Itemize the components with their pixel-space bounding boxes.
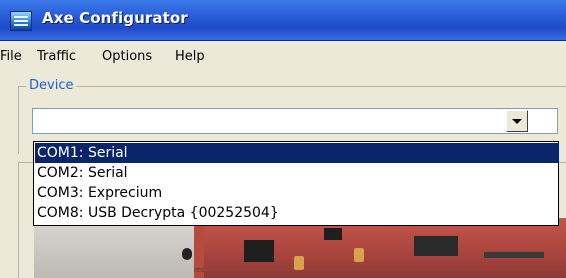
dropdown-option[interactable]: COM1: Serial — [35, 143, 559, 163]
device-dropdown-list[interactable]: COM1: Serial COM2: Serial COM3: Expreciu… — [33, 141, 559, 226]
chevron-down-icon[interactable] — [506, 110, 528, 132]
reset-button-hole — [182, 248, 192, 260]
app-icon — [10, 11, 32, 31]
device-combobox[interactable] — [32, 108, 558, 134]
board-chip — [414, 236, 458, 256]
device-panel — [34, 218, 194, 278]
board-capacitor — [354, 248, 364, 262]
device-group-label: Device — [26, 78, 77, 93]
menu-options[interactable]: Options — [102, 49, 152, 64]
device-photo: reset — [34, 218, 566, 278]
dropdown-option[interactable]: COM2: Serial — [35, 163, 559, 183]
board-chip — [244, 240, 274, 262]
title-bar[interactable]: Axe Configurator — [0, 0, 566, 41]
window-title: Axe Configurator — [42, 9, 188, 27]
board-capacitor — [294, 256, 304, 270]
menu-bar: File Traffic Options Help — [0, 41, 566, 71]
board-chip — [324, 228, 342, 240]
dropdown-option[interactable]: COM3: Exprecium — [35, 183, 559, 203]
circuit-board — [204, 218, 566, 278]
dropdown-option[interactable]: COM8: USB Decrypta {00252504} — [35, 203, 559, 223]
menu-file[interactable]: File — [0, 49, 22, 64]
board-connector — [484, 252, 544, 258]
menu-help[interactable]: Help — [175, 49, 205, 64]
menu-traffic[interactable]: Traffic — [37, 49, 76, 64]
